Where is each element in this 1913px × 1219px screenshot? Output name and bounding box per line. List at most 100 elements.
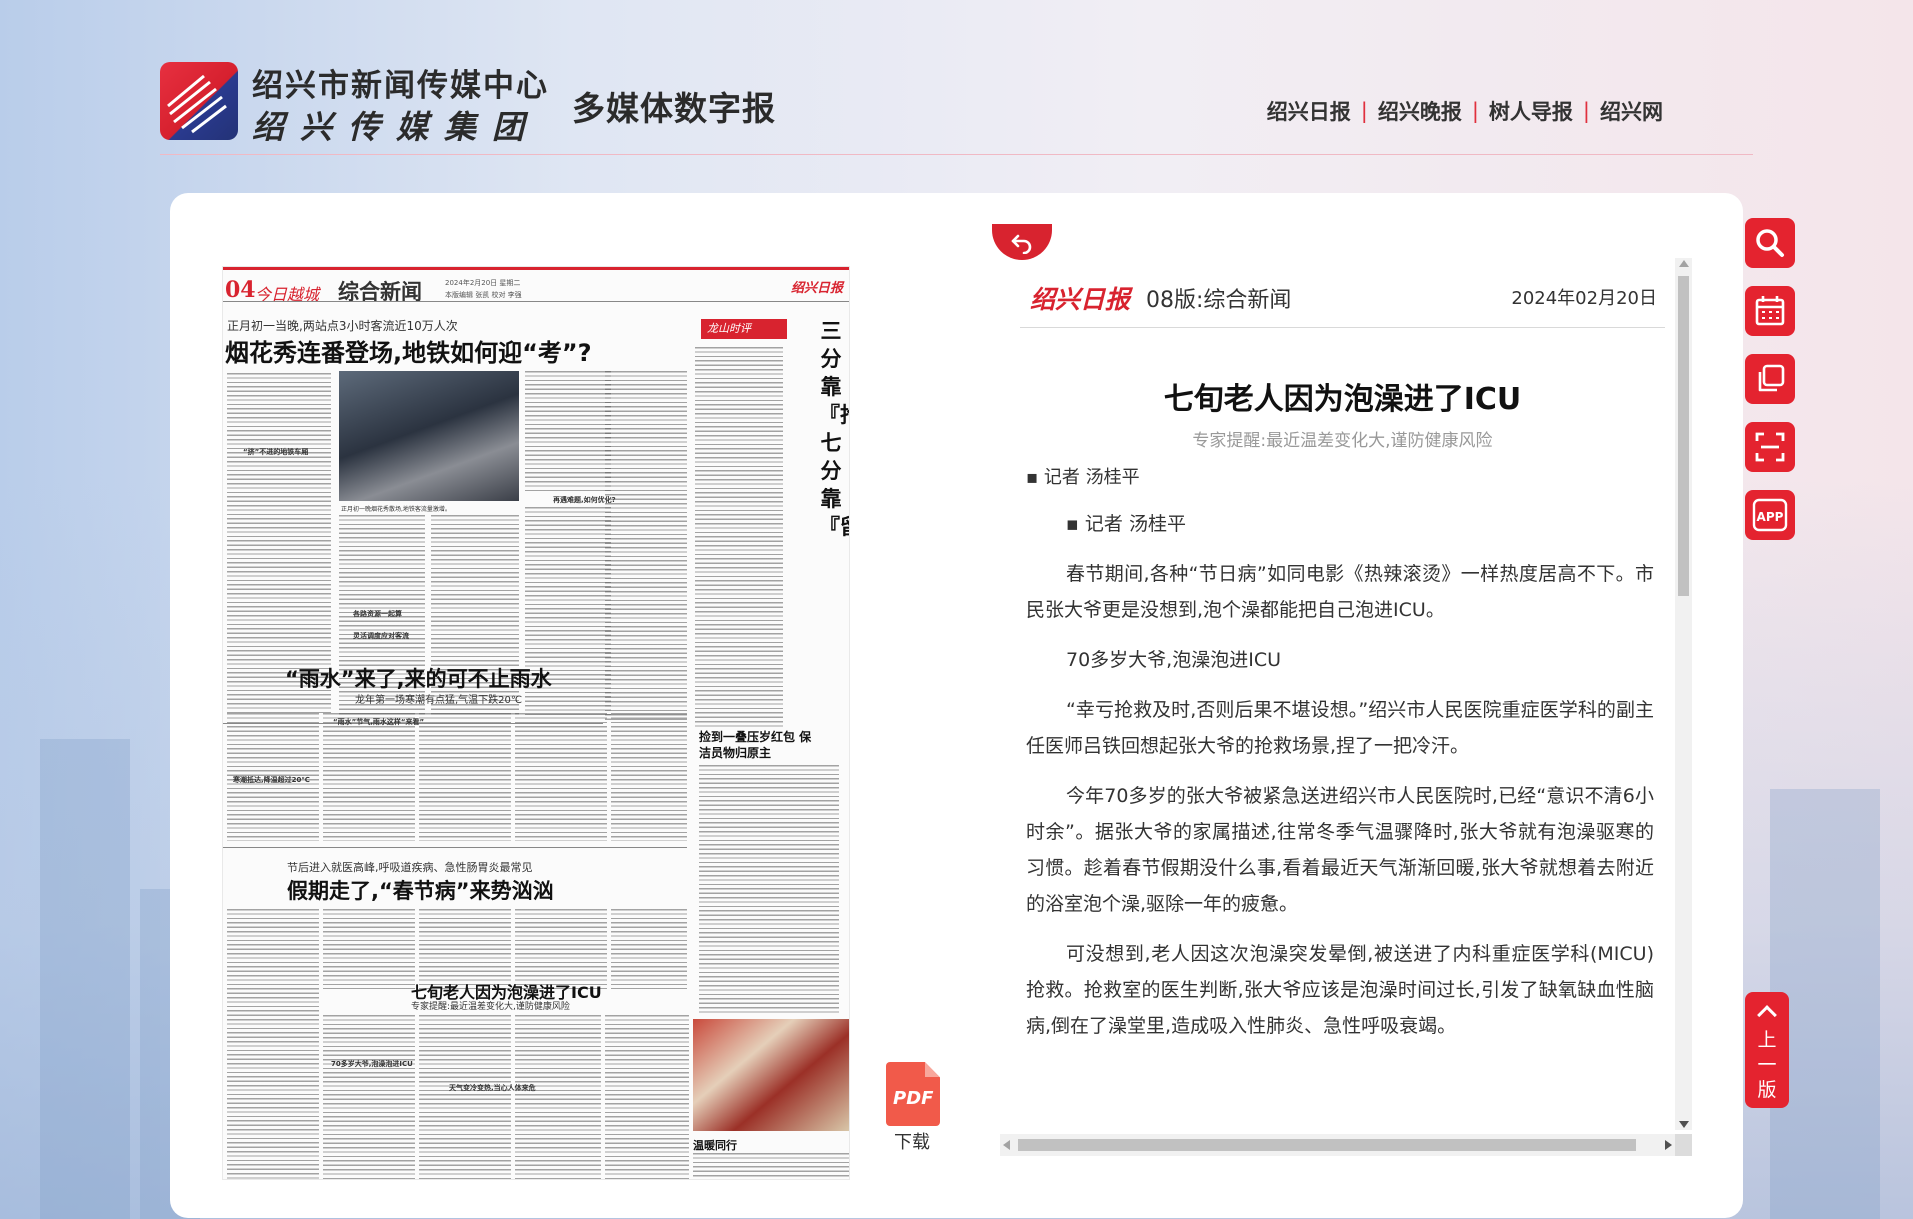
article-subtitle: 专家提醒:最近温差变化大,谨防健康风险 bbox=[1192, 431, 1493, 451]
story-headline[interactable]: 捡到一叠压岁红包 保洁员物归原主 bbox=[699, 729, 819, 761]
site-title: 多媒体数字报 bbox=[572, 89, 776, 128]
scroll-right-arrow-icon[interactable] bbox=[1665, 1140, 1672, 1150]
story-subhead: 各路资源一起算 bbox=[353, 610, 402, 618]
story-body-text bbox=[323, 713, 415, 841]
scroll-left-arrow-icon[interactable] bbox=[1003, 1140, 1010, 1150]
background-building bbox=[40, 739, 130, 1219]
pdf-download-label[interactable]: 下载 bbox=[894, 1128, 930, 1154]
story-body-text bbox=[227, 373, 331, 713]
pdf-icon-text: PDF bbox=[893, 1088, 934, 1109]
story-headline[interactable]: “雨水”来了,来的可不止雨水 bbox=[285, 663, 552, 693]
article-paragraph: 春节期间,各种“节日病”如同电影《热辣滚烫》一样热度居高不下。市民张大爷更是没想… bbox=[1026, 563, 1654, 621]
story-headline[interactable]: 假期走了,“春节病”来势汹汹 bbox=[287, 875, 554, 905]
newspaper-page-image[interactable]: 04 今日越城 综合新闻 2024年2月20日 星期二 本版编辑 张凯 校对 李… bbox=[222, 266, 850, 1180]
nav-link-shaoxing-net[interactable]: 绍兴网 bbox=[1600, 96, 1663, 126]
column-tag: 龙山时评 bbox=[701, 319, 787, 339]
calendar-button[interactable] bbox=[1745, 286, 1795, 336]
photo-body-text bbox=[693, 1153, 849, 1179]
article-edition: 08版:综合新闻 bbox=[1146, 288, 1292, 313]
story-subhead: 70多岁大爷,泡澡泡进ICU bbox=[331, 1060, 413, 1068]
story-subhead: 寒潮抵达,降温超过20℃ bbox=[233, 776, 310, 784]
page-number: 04 bbox=[225, 277, 256, 303]
story-subtitle: 专家提醒:最近温差变化大,谨防健康风险 bbox=[411, 1002, 570, 1012]
vertical-scrollbar[interactable] bbox=[1675, 258, 1692, 1130]
story-body-text bbox=[323, 909, 415, 989]
story-body-text bbox=[227, 909, 319, 1179]
story-body-text bbox=[419, 1015, 511, 1179]
scroll-up-arrow-icon[interactable] bbox=[1679, 260, 1689, 267]
scan-button[interactable] bbox=[1745, 422, 1795, 472]
org-name-line1: 绍兴市新闻传媒中心 bbox=[252, 68, 549, 104]
article-paragraph: 今年70多岁的张大爷被紧急送进绍兴市人民医院时,已经“意识不清6小时余”。据张大… bbox=[1026, 785, 1654, 915]
divider bbox=[223, 847, 687, 848]
story-body-text bbox=[419, 713, 511, 841]
nav-link-shaoxing-evening[interactable]: 绍兴晚报 bbox=[1378, 96, 1462, 126]
pdf-icon: PDF bbox=[886, 1062, 940, 1126]
nav-link-shuren-guide[interactable]: 树人导报 bbox=[1489, 96, 1573, 126]
story-body-text bbox=[515, 713, 607, 841]
story-subhead: 天气变冷变热,当心人体来危 bbox=[449, 1084, 536, 1092]
story-body-text bbox=[611, 713, 687, 841]
prev-page-label: 上一版 bbox=[1757, 1029, 1777, 1101]
article-body: ▪ 记者 汤桂平 春节期间,各种“节日病”如同电影《热辣滚烫》一样热度居高不下。… bbox=[1026, 506, 1654, 1058]
story-kicker: 节后进入就医高峰,呼吸道疾病、急性肠胃炎最常见 bbox=[287, 861, 533, 874]
back-arrow-icon bbox=[1011, 234, 1032, 254]
app-button[interactable]: APP bbox=[1745, 490, 1795, 540]
article-panel[interactable]: 绍兴日报 08版:综合新闻 2024年02月20日 七旬老人因为泡澡进了ICU … bbox=[1010, 258, 1668, 1156]
article-paragraph: “幸亏抢救及时,否则后果不堪设想。”绍兴市人民医院重症医学科的副主任医师吕铁回想… bbox=[1026, 699, 1654, 757]
pdf-download-button[interactable]: PDF bbox=[886, 1062, 940, 1126]
nav-separator: | bbox=[1582, 99, 1590, 123]
story-subhead: “挤”不进的地铁车厢 bbox=[243, 448, 309, 456]
photo-caption: 正月初一晚烟花秀散场,地铁客流量激增。 bbox=[341, 506, 451, 513]
app-icon: APP bbox=[1752, 498, 1788, 532]
org-name-line2: 绍兴传媒集团 bbox=[252, 108, 541, 146]
column-body-text bbox=[695, 347, 783, 727]
news-photo bbox=[693, 1019, 849, 1131]
story-kicker: 正月初一当晚,两站点3小时客流近10万人次 bbox=[227, 319, 458, 333]
article-header: 绍兴日报 08版:综合新闻 2024年02月20日 bbox=[1020, 258, 1665, 328]
logo-icon bbox=[160, 62, 238, 140]
story-body-text bbox=[525, 371, 611, 491]
divider bbox=[223, 301, 849, 302]
article-title: 七旬老人因为泡澡进了ICU bbox=[1163, 382, 1522, 417]
scrollbar-corner bbox=[1675, 1134, 1692, 1156]
article-author: ▪ 记者 汤桂平 bbox=[1026, 467, 1140, 488]
story-headline[interactable]: 烟花秀连番登场,地铁如何迎“考”? bbox=[225, 333, 592, 368]
scan-icon bbox=[1755, 432, 1785, 462]
search-button[interactable] bbox=[1745, 218, 1795, 268]
page-date-line: 2024年2月20日 星期二 bbox=[445, 279, 521, 287]
copy-button[interactable] bbox=[1745, 354, 1795, 404]
chevron-up-icon bbox=[1757, 1005, 1777, 1025]
story-body-text bbox=[419, 909, 511, 989]
story-body-text bbox=[515, 909, 607, 989]
nav-link-shaoxing-daily[interactable]: 绍兴日报 bbox=[1267, 96, 1351, 126]
search-icon bbox=[1756, 229, 1784, 257]
page-top-rule bbox=[223, 267, 849, 270]
story-body-text bbox=[699, 765, 839, 1015]
news-photo bbox=[339, 371, 519, 501]
horizontal-scroll-thumb[interactable] bbox=[1018, 1139, 1636, 1151]
article-paragraph: ▪ 记者 汤桂平 bbox=[1066, 513, 1186, 535]
site-header: 绍兴市新闻传媒中心 绍兴传媒集团 多媒体数字报 绍兴日报 | 绍兴晚报 | 树人… bbox=[0, 0, 1913, 158]
page-date: 2024年2月20日 星期二 本版编辑 张凯 校对 李强 bbox=[445, 277, 522, 301]
column-vertical-title[interactable]: 三分靠『抢』,七分靠『留』 bbox=[819, 317, 849, 541]
photo-headline: 温暖同行 bbox=[693, 1139, 737, 1152]
app-icon-text: APP bbox=[1757, 510, 1784, 524]
story-body-text bbox=[323, 1015, 415, 1179]
pdf-icon-fold bbox=[925, 1062, 940, 1077]
scroll-down-arrow-icon[interactable] bbox=[1679, 1121, 1689, 1128]
article-brand-logo: 绍兴日报 bbox=[1030, 285, 1131, 314]
article-paragraph: 70多岁大爷,泡澡泡进ICU bbox=[1066, 649, 1281, 671]
article-paragraph: 可没想到,老人因这次泡澡突发晕倒,被送进了内科重症医学科(MICU)抢救。抢救室… bbox=[1026, 943, 1654, 1037]
horizontal-scrollbar[interactable] bbox=[1000, 1134, 1675, 1156]
prev-page-button[interactable]: 上一版 bbox=[1745, 992, 1789, 1108]
story-body-text bbox=[515, 1015, 601, 1179]
column-body-text bbox=[605, 371, 687, 721]
story-subhead: “雨水”节气,雨水这样“来看” bbox=[333, 718, 425, 726]
vertical-scroll-thumb[interactable] bbox=[1678, 276, 1689, 596]
copy-icon bbox=[1758, 364, 1785, 392]
story-body-text bbox=[605, 1015, 689, 1179]
header-divider bbox=[160, 154, 1753, 155]
page-editor-line: 本版编辑 张凯 校对 李强 bbox=[445, 291, 522, 299]
calendar-icon bbox=[1755, 296, 1785, 326]
